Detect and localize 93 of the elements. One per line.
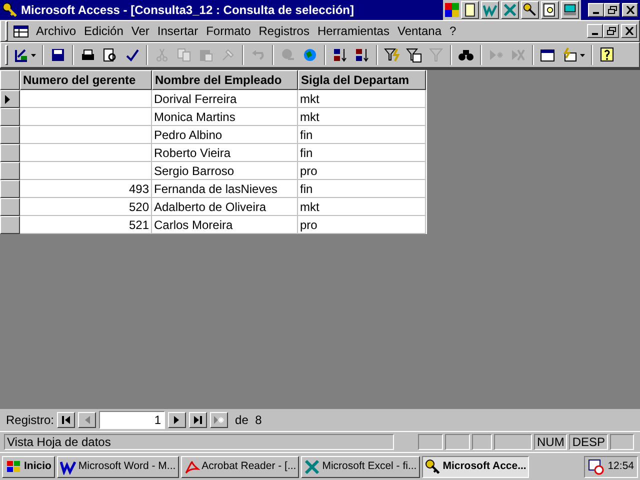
close-button[interactable] <box>621 24 637 38</box>
caret-icon <box>31 54 36 56</box>
menu-item[interactable]: Ventana <box>393 22 446 40</box>
record-label: Registro: <box>6 412 54 429</box>
record-selector[interactable] <box>0 162 20 180</box>
table-cell: Adalberto de Oliveira <box>152 198 298 216</box>
table-cell: 520 <box>20 198 152 216</box>
acrobat-logo-icon <box>184 460 198 474</box>
table-cell: mkt <box>298 108 426 126</box>
restore-icon <box>606 27 616 35</box>
notepad-shortcut-icon[interactable] <box>461 1 479 19</box>
datasheet-icon[interactable] <box>13 23 29 39</box>
table-cell: Sergio Barroso <box>152 162 298 180</box>
new-record-button[interactable] <box>210 412 228 428</box>
clock: 12:54 <box>608 458 634 474</box>
menu-item[interactable]: Formato <box>202 22 255 40</box>
prev-record-button[interactable] <box>78 412 96 428</box>
status-indicator: NUM <box>534 434 568 450</box>
taskbar-button[interactable]: Acrobat Reader - [... <box>180 456 300 478</box>
restore-icon <box>608 6 616 14</box>
record-selector[interactable] <box>0 144 20 162</box>
table-cell: Carlos Moreira <box>152 216 298 234</box>
key-icon <box>2 2 18 18</box>
table-cell: Fernanda de lasNieves <box>152 180 298 198</box>
new-record-icon <box>214 416 224 424</box>
menu-item[interactable]: Ver <box>127 22 154 40</box>
table-cell: Pedro Albino <box>152 126 298 144</box>
table-cell: mkt <box>298 198 426 216</box>
last-record-icon <box>193 416 204 424</box>
key-icon <box>425 459 440 474</box>
status-indicator: DESP <box>569 434 608 450</box>
table-cell: pro <box>298 162 426 180</box>
current-record-icon <box>5 94 10 104</box>
column-header[interactable]: Numero del gerente <box>20 70 152 90</box>
restore-button[interactable] <box>604 3 620 17</box>
menu-item[interactable]: Archivo <box>32 22 80 40</box>
first-record-icon <box>62 416 71 424</box>
status-pane <box>418 434 443 450</box>
status-pane <box>445 434 470 450</box>
record-selector[interactable] <box>0 180 20 198</box>
table-cell: fin <box>298 126 426 144</box>
table-cell: 521 <box>20 216 152 234</box>
status-text: Vista Hoja de datos <box>4 434 394 450</box>
close-button[interactable] <box>622 3 638 17</box>
record-count-label: de 8 <box>235 412 262 429</box>
last-record-button[interactable] <box>189 412 208 428</box>
table-cell: Roberto Vieira <box>152 144 298 162</box>
office-logo-icon[interactable] <box>445 3 459 17</box>
minimize-button[interactable] <box>587 24 603 38</box>
status-pane <box>472 434 492 450</box>
taskbar-button[interactable]: Microsoft Word - M... <box>57 456 179 478</box>
table-cell: 493 <box>20 180 152 198</box>
status-pane <box>494 434 532 450</box>
first-record-button[interactable] <box>57 412 76 428</box>
table-cell: Dorival Ferreira <box>152 90 298 108</box>
record-number-field[interactable]: 1 <box>99 411 166 429</box>
taskbar-button[interactable]: Microsoft Excel - fi... <box>301 456 420 478</box>
table-cell: pro <box>298 216 426 234</box>
select-all-cell[interactable] <box>0 70 20 90</box>
previous-icon <box>82 416 92 424</box>
record-selector[interactable] <box>0 108 20 126</box>
menu-item[interactable]: Herramientas <box>313 22 394 40</box>
window-title: Microsoft Access - [Consulta3_12 : Consulta de selección] <box>21 2 354 19</box>
table-cell: Monica Martins <box>152 108 298 126</box>
record-selector[interactable] <box>0 216 20 234</box>
w-logo-icon <box>60 460 76 474</box>
excel-shortcut-icon[interactable] <box>501 1 519 19</box>
column-header[interactable]: Sigla del Departam <box>298 70 426 90</box>
status-pane <box>610 434 634 450</box>
record-selector[interactable] <box>0 90 20 108</box>
x-logo-icon <box>304 459 320 474</box>
access-shortcut-icon[interactable] <box>521 1 539 19</box>
table-cell: mkt <box>298 90 426 108</box>
caret-icon <box>580 54 585 56</box>
record-selector[interactable] <box>0 126 20 144</box>
menu-item[interactable]: Registros <box>254 22 314 40</box>
table-cell: fin <box>298 144 426 162</box>
scheduler-icon <box>588 458 604 474</box>
start-button[interactable]: Inicio <box>2 456 56 478</box>
menu-item[interactable]: ? <box>446 22 460 40</box>
column-header[interactable]: Nombre del Empleado <box>152 70 298 90</box>
windows-logo-icon <box>6 460 22 474</box>
menu-item[interactable]: Edición <box>80 22 128 40</box>
menu-item[interactable]: Insertar <box>153 22 202 40</box>
next-record-button[interactable] <box>168 412 186 428</box>
close-icon <box>626 6 634 14</box>
table-cell: fin <box>298 180 426 198</box>
minimize-button[interactable] <box>588 3 604 17</box>
restore-button[interactable] <box>603 24 619 38</box>
close-icon <box>624 27 634 35</box>
taskbar-button[interactable]: Microsoft Acce... <box>422 456 530 478</box>
word-shortcut-icon[interactable] <box>481 1 499 19</box>
record-selector[interactable] <box>0 198 20 216</box>
